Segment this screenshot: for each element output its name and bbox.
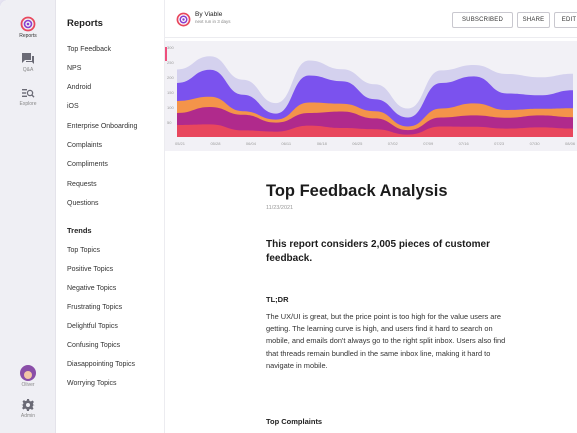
x-tick-label: 07/30 xyxy=(530,141,541,146)
rail-explore-label: Explore xyxy=(19,101,37,107)
reports-nav: Reports Top Feedback NPS Android iOS Ent… xyxy=(56,0,165,433)
x-tick-label: 05/28 xyxy=(210,141,221,146)
report-date: 11/23/2021 xyxy=(266,205,294,211)
rail-explore[interactable]: Explore xyxy=(0,86,56,107)
edit-button[interactable]: EDIT xyxy=(554,12,577,28)
nav-trend-disappointing-topics[interactable]: Diasappointing Topics xyxy=(67,361,135,368)
feedback-chart: 300 250 200 150 100 50 05/21 05/28 06/04 06/11 06/… xyxy=(165,41,577,151)
nav-item-android[interactable]: Android xyxy=(67,84,91,91)
nav-trend-frustrating-topics[interactable]: Frustrating Topics xyxy=(67,304,122,311)
nav-trend-positive-topics[interactable]: Positive Topics xyxy=(67,266,113,273)
x-tick-label: 07/09 xyxy=(423,141,434,146)
rail-user-label: Oliver xyxy=(21,382,35,388)
chart-svg: 300 250 200 150 100 50 05/21 05/28 06/04 06/11 06/… xyxy=(167,45,576,146)
gear-icon xyxy=(21,399,35,411)
y-tick-label: 200 xyxy=(167,75,174,80)
icon-rail: Reports Q&A Explore Oliver Admin xyxy=(0,0,56,433)
chat-icon xyxy=(22,53,34,64)
x-tick-label: 06/25 xyxy=(352,141,363,146)
x-tick-label: 08/06 xyxy=(565,141,576,146)
nav-trend-delightful-topics[interactable]: Delightful Topics xyxy=(67,323,118,330)
page-title: Top Feedback Analysis xyxy=(266,182,448,200)
rail-reports-label: Reports xyxy=(19,33,37,39)
rail-qa[interactable]: Q&A xyxy=(0,52,56,73)
nav-trend-negative-topics[interactable]: Negative Topics xyxy=(67,285,116,292)
top-complaints-heading: Top Complaints xyxy=(266,417,323,426)
rail-admin-label: Admin xyxy=(20,413,36,419)
y-tick-label: 250 xyxy=(167,60,174,65)
y-tick-label: 100 xyxy=(167,105,174,110)
nav-trend-confusing-topics[interactable]: Confusing Topics xyxy=(67,342,120,349)
tldr-text: The UX/UI is great, but the price point … xyxy=(266,312,506,370)
rail-admin[interactable]: Admin xyxy=(0,398,56,419)
y-tick-label: 50 xyxy=(167,120,172,125)
nav-item-ios[interactable]: iOS xyxy=(67,103,79,110)
x-tick-label: 05/21 xyxy=(175,141,186,146)
y-tick-label: 150 xyxy=(167,90,174,95)
nav-trends-title: Trends xyxy=(67,226,92,235)
tldr-heading: TL;DR xyxy=(266,295,289,304)
y-tick-label: 300 xyxy=(167,45,174,50)
x-tick-label: 06/04 xyxy=(246,141,257,146)
nav-trend-top-topics[interactable]: Top Topics xyxy=(67,247,100,254)
share-button[interactable]: SHARE xyxy=(517,12,550,28)
nav-item-questions[interactable]: Questions xyxy=(67,200,99,207)
nav-item-complaints[interactable]: Complaints xyxy=(67,142,102,149)
rail-reports[interactable]: Reports xyxy=(0,16,56,39)
app-window: Reports Q&A Explore Oliver Admin Reports… xyxy=(0,0,577,433)
x-tick-label: 07/16 xyxy=(459,141,470,146)
explore-icon xyxy=(22,89,35,98)
chart-marker xyxy=(165,47,167,61)
rail-user[interactable]: Oliver xyxy=(0,365,56,388)
viable-logo-icon xyxy=(176,12,191,27)
report-summary: This report considers 2,005 pieces of cu… xyxy=(266,239,490,264)
nav-item-enterprise-onboarding[interactable]: Enterprise Onboarding xyxy=(67,123,137,130)
nav-item-requests[interactable]: Requests xyxy=(67,181,97,188)
nav-title: Reports xyxy=(67,18,103,29)
x-tick-label: 07/02 xyxy=(388,141,399,146)
top-bar: By Viable next run in 3 days SUBSCRIBED … xyxy=(165,0,577,38)
x-tick-label: 07/23 xyxy=(494,141,505,146)
subscribed-button[interactable]: SUBSCRIBED xyxy=(452,12,513,28)
nav-item-compliments[interactable]: Compliments xyxy=(67,161,108,168)
avatar xyxy=(20,365,36,381)
rail-qa-label: Q&A xyxy=(22,67,34,73)
next-run-text: next run in 3 days xyxy=(195,19,231,24)
x-tick-label: 06/11 xyxy=(281,141,291,146)
target-icon xyxy=(20,16,36,32)
nav-item-top-feedback[interactable]: Top Feedback xyxy=(67,46,111,53)
brand-name: By Viable xyxy=(195,11,223,18)
nav-item-nps[interactable]: NPS xyxy=(67,65,81,72)
x-tick-label: 06/18 xyxy=(317,141,328,146)
nav-trend-worrying-topics[interactable]: Worrying Topics xyxy=(67,380,117,387)
